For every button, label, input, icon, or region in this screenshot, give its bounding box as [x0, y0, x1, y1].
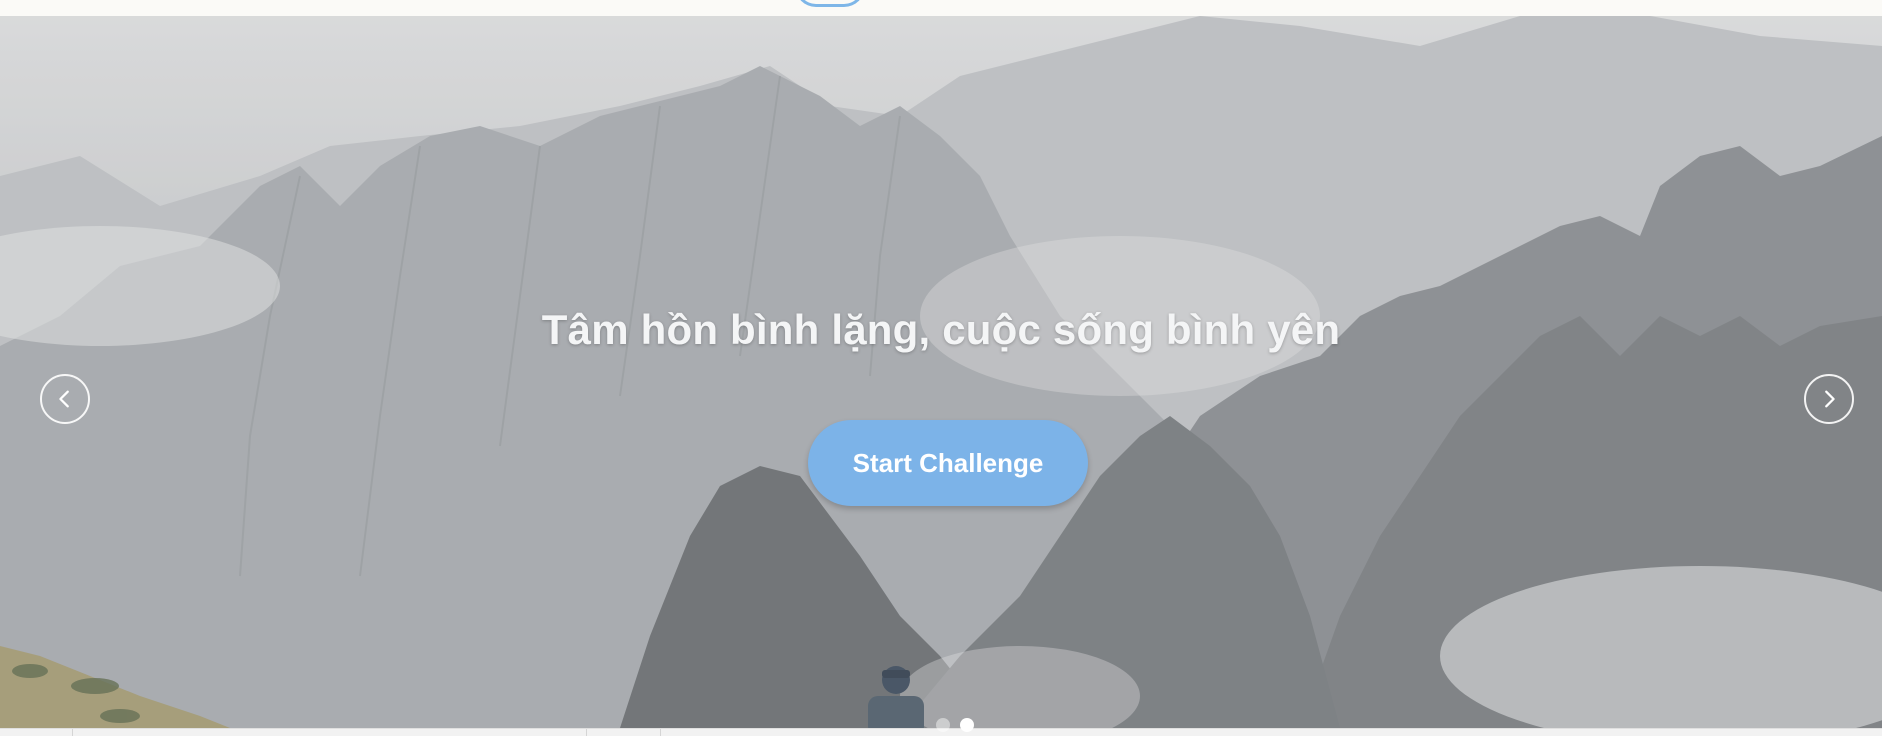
carousel-prev-button[interactable]	[40, 374, 90, 424]
start-challenge-button[interactable]: Start Challenge	[808, 420, 1088, 506]
site-logo[interactable]	[795, 0, 865, 7]
carousel-dot-2[interactable]	[960, 718, 974, 732]
carousel-indicators	[936, 718, 974, 732]
carousel-next-button[interactable]	[1804, 374, 1854, 424]
top-navigation-bar	[0, 0, 1882, 16]
hero-slider: Tâm hồn bình lặng, cuộc sống bình yên St…	[0, 16, 1882, 728]
chevron-left-icon	[59, 390, 69, 408]
chevron-right-icon	[1825, 390, 1835, 408]
image-overlay	[0, 16, 1882, 728]
carousel-dot-1[interactable]	[936, 718, 950, 732]
hero-headline: Tâm hồn bình lặng, cuộc sống bình yên	[541, 306, 1341, 353]
